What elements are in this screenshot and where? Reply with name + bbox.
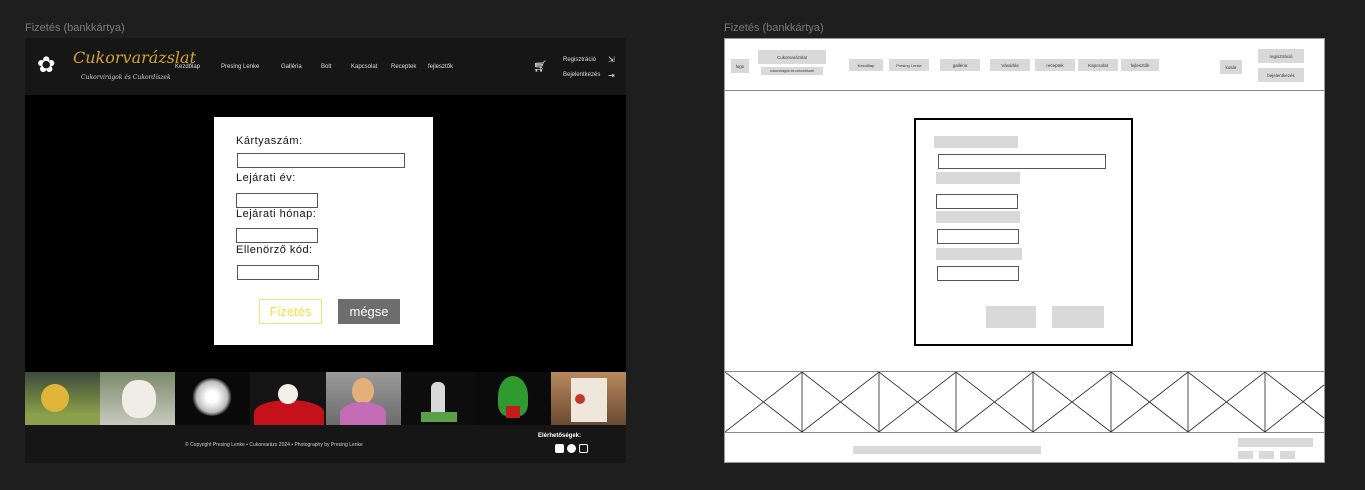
footer: © Copyright Presing Lenke • Cukorvarázs … bbox=[25, 425, 626, 463]
pinterest-icon[interactable] bbox=[567, 444, 576, 453]
cvc-input[interactable] bbox=[237, 265, 319, 280]
photo-white-flowers[interactable] bbox=[175, 372, 251, 425]
wireframe-cancel-button[interactable] bbox=[1052, 306, 1104, 328]
design-frame: ✿ Cukorvarázslat Cukorvirágok és Cukordí… bbox=[25, 38, 626, 463]
nav-item-gallery[interactable]: Galléria bbox=[281, 64, 302, 70]
expiry-month-input[interactable] bbox=[236, 228, 318, 243]
wireframe-image-placeholders bbox=[725, 372, 1324, 432]
nav-item-home[interactable]: Kezdőlap bbox=[175, 64, 200, 70]
expiry-year-input[interactable] bbox=[236, 193, 318, 208]
nav-item-presing-lenke[interactable]: Presing Lenke bbox=[221, 64, 259, 70]
payment-card-form: Kártyaszám: Lejárati év: Lejárati hónap:… bbox=[214, 117, 433, 345]
wireframe-image-strip bbox=[725, 371, 1324, 433]
wireframe-nav-gallery[interactable]: galléria bbox=[940, 59, 980, 71]
wireframe-pay-button[interactable] bbox=[986, 306, 1036, 328]
wireframe-login[interactable]: bejelentkezés bbox=[1258, 68, 1304, 82]
photo-bunny-cake[interactable] bbox=[400, 372, 476, 425]
wireframe-label-placeholder bbox=[936, 172, 1020, 184]
wireframe-expiry-month-input[interactable] bbox=[937, 229, 1019, 244]
brand-subtitle: Cukorvirágok és Cukordíszek bbox=[81, 74, 171, 81]
wireframe-frame: logo Cukorvarázslat cukorvirágok és cuko… bbox=[724, 38, 1325, 463]
login-icon[interactable]: ⇥ bbox=[608, 71, 615, 80]
wireframe-contact-placeholder bbox=[1238, 438, 1313, 447]
nav-item-developers[interactable]: fejlesztők bbox=[428, 64, 453, 70]
instagram-icon[interactable] bbox=[579, 444, 588, 453]
nav-item-shop[interactable]: Bolt bbox=[321, 64, 331, 70]
card-number-label: Kártyaszám: bbox=[236, 135, 303, 147]
wireframe-payment-form bbox=[914, 118, 1133, 346]
wireframe-footer bbox=[725, 433, 1324, 464]
photo-bee-baby[interactable] bbox=[25, 372, 101, 425]
photo-strip bbox=[25, 372, 626, 425]
wireframe-expiry-year-input[interactable] bbox=[936, 194, 1018, 209]
cancel-button[interactable]: mégse bbox=[338, 299, 400, 324]
wireframe-label-placeholder bbox=[936, 248, 1022, 260]
wireframe-social-placeholder[interactable] bbox=[1259, 451, 1274, 459]
photo-green-dragon[interactable] bbox=[475, 372, 551, 425]
wireframe-nav-recipes[interactable]: receptek bbox=[1035, 59, 1075, 71]
wireframe-nav-purchase[interactable]: Vásárlás bbox=[990, 59, 1030, 71]
frame-title-wireframe: Fizetés (bankkártya) bbox=[724, 22, 824, 34]
photo-floral-cake[interactable] bbox=[550, 372, 626, 425]
register-link[interactable]: Regisztráció bbox=[563, 57, 596, 63]
card-number-input[interactable] bbox=[237, 153, 405, 168]
login-link[interactable]: Bejelentkezés bbox=[563, 72, 600, 78]
cart-icon[interactable]: 🛒︎ bbox=[533, 60, 547, 73]
wireframe-register[interactable]: regisztráció bbox=[1258, 49, 1304, 63]
wireframe-nav-presing-lenke[interactable]: Presing Lenke bbox=[889, 59, 929, 71]
copyright-text: © Copyright Presing Lenke • Cukorvarázs … bbox=[185, 442, 363, 448]
user-add-icon[interactable]: ⇲ bbox=[608, 55, 615, 64]
wireframe-nav-contact[interactable]: Kapcsolat bbox=[1078, 59, 1118, 71]
photo-white-dog[interactable] bbox=[100, 372, 176, 425]
cvc-label: Ellenörző kód: bbox=[236, 244, 313, 256]
nav-item-contact[interactable]: Kapcsolat bbox=[351, 64, 377, 70]
wireframe-cvc-input[interactable] bbox=[937, 266, 1019, 281]
expiry-month-label: Lejárati hónap: bbox=[236, 208, 317, 220]
wireframe-nav-developers[interactable]: fejlesztők bbox=[1121, 59, 1159, 71]
wireframe-cart[interactable]: kosár bbox=[1220, 60, 1242, 74]
frame-title-design: Fizetés (bankkártya) bbox=[25, 22, 125, 34]
wireframe-nav-home[interactable]: Kezdőlap bbox=[849, 59, 883, 71]
photo-doll-cake[interactable] bbox=[325, 372, 401, 425]
nav-item-recipes[interactable]: Receptek bbox=[391, 64, 416, 70]
wireframe-card-number-input[interactable] bbox=[938, 154, 1106, 169]
wireframe-brand[interactable]: Cukorvarázslat bbox=[758, 50, 826, 64]
header: ✿ Cukorvarázslat Cukorvirágok és Cukordí… bbox=[25, 38, 626, 95]
wireframe-brand-sub: cukorvirágok és cukordíszek bbox=[761, 67, 823, 75]
wireframe-label-placeholder bbox=[934, 136, 1018, 148]
contact-label: Elérhetőségek: bbox=[538, 433, 582, 439]
wireframe-social-placeholder[interactable] bbox=[1280, 451, 1295, 459]
wireframe-header: logo Cukorvarázslat cukorvirágok és cuko… bbox=[725, 39, 1324, 91]
pay-button[interactable]: Fizetés bbox=[259, 299, 322, 324]
wireframe-label-placeholder bbox=[936, 211, 1020, 223]
wireframe-copyright-placeholder bbox=[853, 446, 1041, 454]
orchid-logo-icon[interactable]: ✿ bbox=[37, 54, 55, 76]
wireframe-logo[interactable]: logo bbox=[731, 59, 749, 73]
photo-red-dog-cake[interactable] bbox=[250, 372, 326, 425]
wireframe-social-placeholder[interactable] bbox=[1238, 451, 1253, 459]
facebook-icon[interactable] bbox=[555, 444, 564, 453]
expiry-year-label: Lejárati év: bbox=[236, 172, 296, 184]
